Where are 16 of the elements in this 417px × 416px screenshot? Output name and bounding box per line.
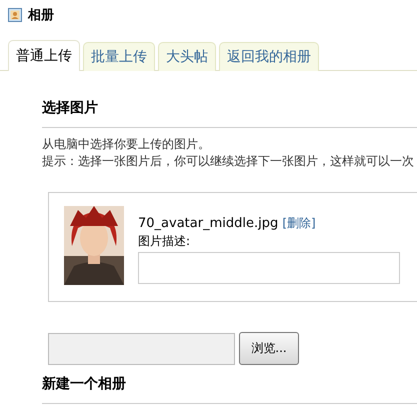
section-heading: 新建一个相册 bbox=[42, 375, 127, 394]
delete-link[interactable]: [删除] bbox=[282, 216, 316, 230]
hint-text: 提示：选择一张图片后，你可以继续选择下一张图片，这样就可以一次 bbox=[42, 153, 415, 170]
description-label: 图片描述: bbox=[138, 233, 192, 250]
browse-button[interactable]: 浏览... bbox=[239, 332, 299, 365]
file-path-field[interactable] bbox=[48, 332, 235, 364]
tab[interactable]: 批量上传 bbox=[83, 42, 155, 71]
page-title: 相册 bbox=[28, 7, 54, 24]
file-name: 70_avatar_middle.jpg bbox=[138, 216, 278, 231]
tab[interactable]: 大头帖 bbox=[158, 42, 216, 71]
photo-icon bbox=[8, 8, 22, 22]
description-field[interactable] bbox=[138, 252, 400, 284]
section-heading: 选择图片 bbox=[42, 99, 99, 118]
tab[interactable]: 普通上传 bbox=[8, 40, 80, 71]
tab[interactable]: 返回我的相册 bbox=[219, 42, 319, 71]
intro-text: 从电脑中选择你要上传的图片。 bbox=[42, 136, 211, 153]
